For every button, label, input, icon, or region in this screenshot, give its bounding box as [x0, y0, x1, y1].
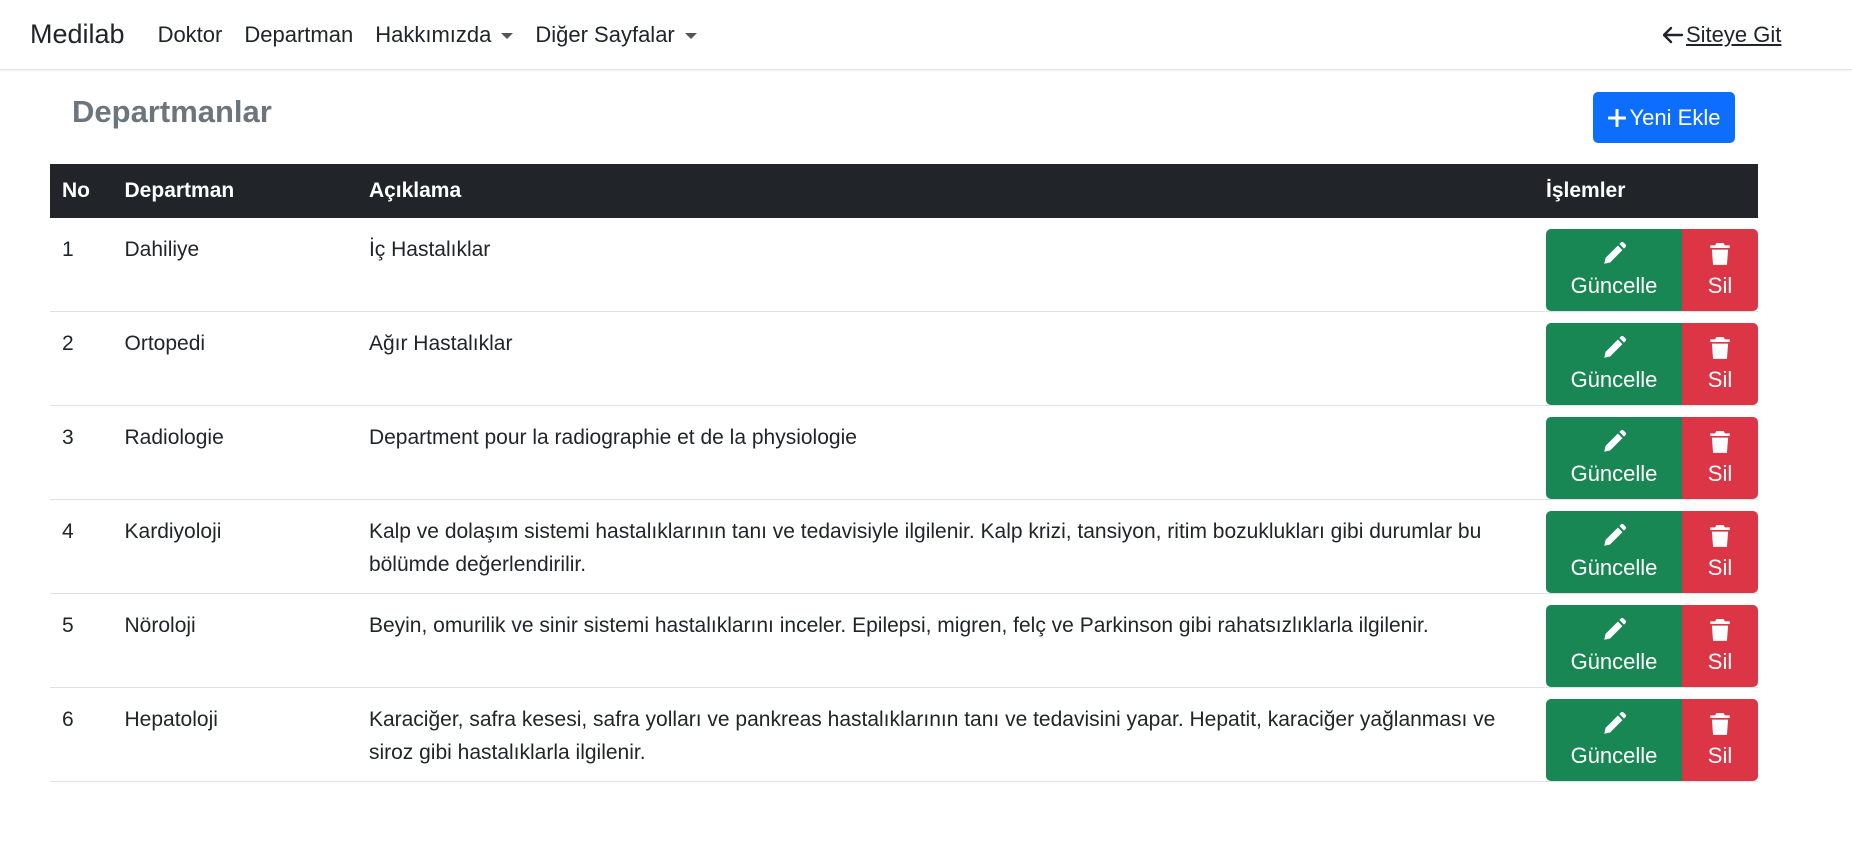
page-title: Departmanlar [72, 94, 272, 129]
update-button-label: Güncelle [1570, 649, 1658, 674]
header-no: No [50, 164, 113, 218]
row-description: Ağır Hastalıklar [356, 311, 1534, 406]
header-departman: Departman [112, 164, 357, 218]
delete-button[interactable]: Sil [1682, 417, 1758, 499]
delete-button-label: Sil [1707, 461, 1733, 486]
page-header: Departmanlar Yeni Ekle [0, 70, 1852, 164]
delete-button-label: Sil [1707, 367, 1733, 392]
caret-down-icon [684, 32, 697, 39]
row-department: Dahiliye [112, 218, 357, 312]
pencil-icon [1604, 711, 1627, 734]
header-islemler: İşlemler [1534, 164, 1758, 218]
delete-button[interactable]: Sil [1682, 699, 1758, 781]
update-button[interactable]: Güncelle [1546, 323, 1682, 405]
row-no: 5 [50, 593, 113, 688]
table-row: 1 Dahiliye İç Hastalıklar Güncelle Sil [50, 218, 1758, 312]
header-aciklama: Açıklama [356, 164, 1534, 218]
row-no: 6 [50, 687, 113, 782]
row-no: 3 [50, 405, 113, 500]
row-description: Kalp ve dolaşım sistemi hastalıklarının … [356, 499, 1534, 594]
action-buttons: Güncelle Sil [1546, 229, 1758, 311]
update-button[interactable]: Güncelle [1546, 229, 1682, 311]
departments-table: No Departman Açıklama İşlemler 1 Dahiliy… [50, 164, 1758, 782]
plus-icon [1607, 108, 1626, 127]
row-actions: Güncelle Sil [1534, 593, 1758, 688]
pencil-icon [1604, 335, 1627, 358]
site-link[interactable]: Siteye Git [1662, 0, 1781, 70]
table-body: 1 Dahiliye İç Hastalıklar Güncelle Sil 2… [50, 218, 1758, 782]
table-header-row: No Departman Açıklama İşlemler [50, 164, 1758, 218]
nav-link-diger-sayfalar[interactable]: Diğer Sayfalar [535, 22, 697, 48]
pencil-icon [1604, 617, 1627, 640]
action-buttons: Güncelle Sil [1546, 417, 1758, 499]
row-no: 2 [50, 311, 113, 406]
action-buttons: Güncelle Sil [1546, 699, 1758, 781]
trash-icon [1710, 525, 1730, 547]
add-new-button[interactable]: Yeni Ekle [1593, 92, 1735, 143]
nav-link-doktor[interactable]: Doktor [158, 22, 223, 48]
delete-button[interactable]: Sil [1682, 511, 1758, 593]
table-row: 3 Radiologie Department pour la radiogra… [50, 405, 1758, 500]
row-department: Ortopedi [112, 311, 357, 406]
delete-button[interactable]: Sil [1682, 605, 1758, 687]
row-description: Department pour la radiographie et de la… [356, 405, 1534, 500]
table-row: 6 Hepatoloji Karaciğer, safra kesesi, sa… [50, 687, 1758, 782]
row-department: Kardiyoloji [112, 499, 357, 594]
nav-link-hakkimizda[interactable]: Hakkımızda [375, 22, 514, 48]
update-button[interactable]: Güncelle [1546, 511, 1682, 593]
update-button[interactable]: Güncelle [1546, 605, 1682, 687]
row-actions: Güncelle Sil [1534, 687, 1758, 782]
trash-icon [1710, 431, 1730, 453]
delete-button-label: Sil [1707, 743, 1733, 768]
brand[interactable]: Medilab [30, 19, 125, 50]
row-department: Nöroloji [112, 593, 357, 688]
trash-icon [1710, 243, 1730, 265]
update-button-label: Güncelle [1570, 273, 1658, 298]
nav-link-departman[interactable]: Departman [244, 22, 353, 48]
delete-button[interactable]: Sil [1682, 323, 1758, 405]
table-row: 4 Kardiyoloji Kalp ve dolaşım sistemi ha… [50, 499, 1758, 594]
pencil-icon [1604, 429, 1627, 452]
update-button-label: Güncelle [1570, 461, 1658, 486]
row-actions: Güncelle Sil [1534, 405, 1758, 500]
delete-button[interactable]: Sil [1682, 229, 1758, 311]
row-description: İç Hastalıklar [356, 218, 1534, 312]
row-description: Karaciğer, safra kesesi, safra yolları v… [356, 687, 1534, 782]
caret-down-icon [501, 32, 514, 39]
action-buttons: Güncelle Sil [1546, 511, 1758, 593]
update-button[interactable]: Güncelle [1546, 417, 1682, 499]
row-description: Beyin, omurilik ve sinir sistemi hastalı… [356, 593, 1534, 688]
arrow-left-icon [1662, 26, 1684, 44]
update-button-label: Güncelle [1570, 743, 1658, 768]
row-actions: Güncelle Sil [1534, 499, 1758, 594]
pencil-icon [1604, 241, 1627, 264]
delete-button-label: Sil [1707, 649, 1733, 674]
navbar: Medilab Doktor Departman Hakkımızda Diğe… [0, 0, 1852, 70]
action-buttons: Güncelle Sil [1546, 605, 1758, 687]
table-row: 5 Nöroloji Beyin, omurilik ve sinir sist… [50, 593, 1758, 688]
row-no: 1 [50, 218, 113, 312]
delete-button-label: Sil [1707, 273, 1733, 298]
update-button-label: Güncelle [1570, 555, 1658, 580]
table-row: 2 Ortopedi Ağır Hastalıklar Güncelle Sil [50, 311, 1758, 406]
trash-icon [1710, 619, 1730, 641]
row-no: 4 [50, 499, 113, 594]
action-buttons: Güncelle Sil [1546, 323, 1758, 405]
row-actions: Güncelle Sil [1534, 311, 1758, 406]
row-department: Hepatoloji [112, 687, 357, 782]
delete-button-label: Sil [1707, 555, 1733, 580]
pencil-icon [1604, 523, 1627, 546]
nav-links: Doktor Departman Hakkımızda Diğer Sayfal… [158, 22, 719, 48]
row-actions: Güncelle Sil [1534, 218, 1758, 312]
update-button-label: Güncelle [1570, 367, 1658, 392]
row-department: Radiologie [112, 405, 357, 500]
trash-icon [1710, 713, 1730, 735]
update-button[interactable]: Güncelle [1546, 699, 1682, 781]
trash-icon [1710, 337, 1730, 359]
